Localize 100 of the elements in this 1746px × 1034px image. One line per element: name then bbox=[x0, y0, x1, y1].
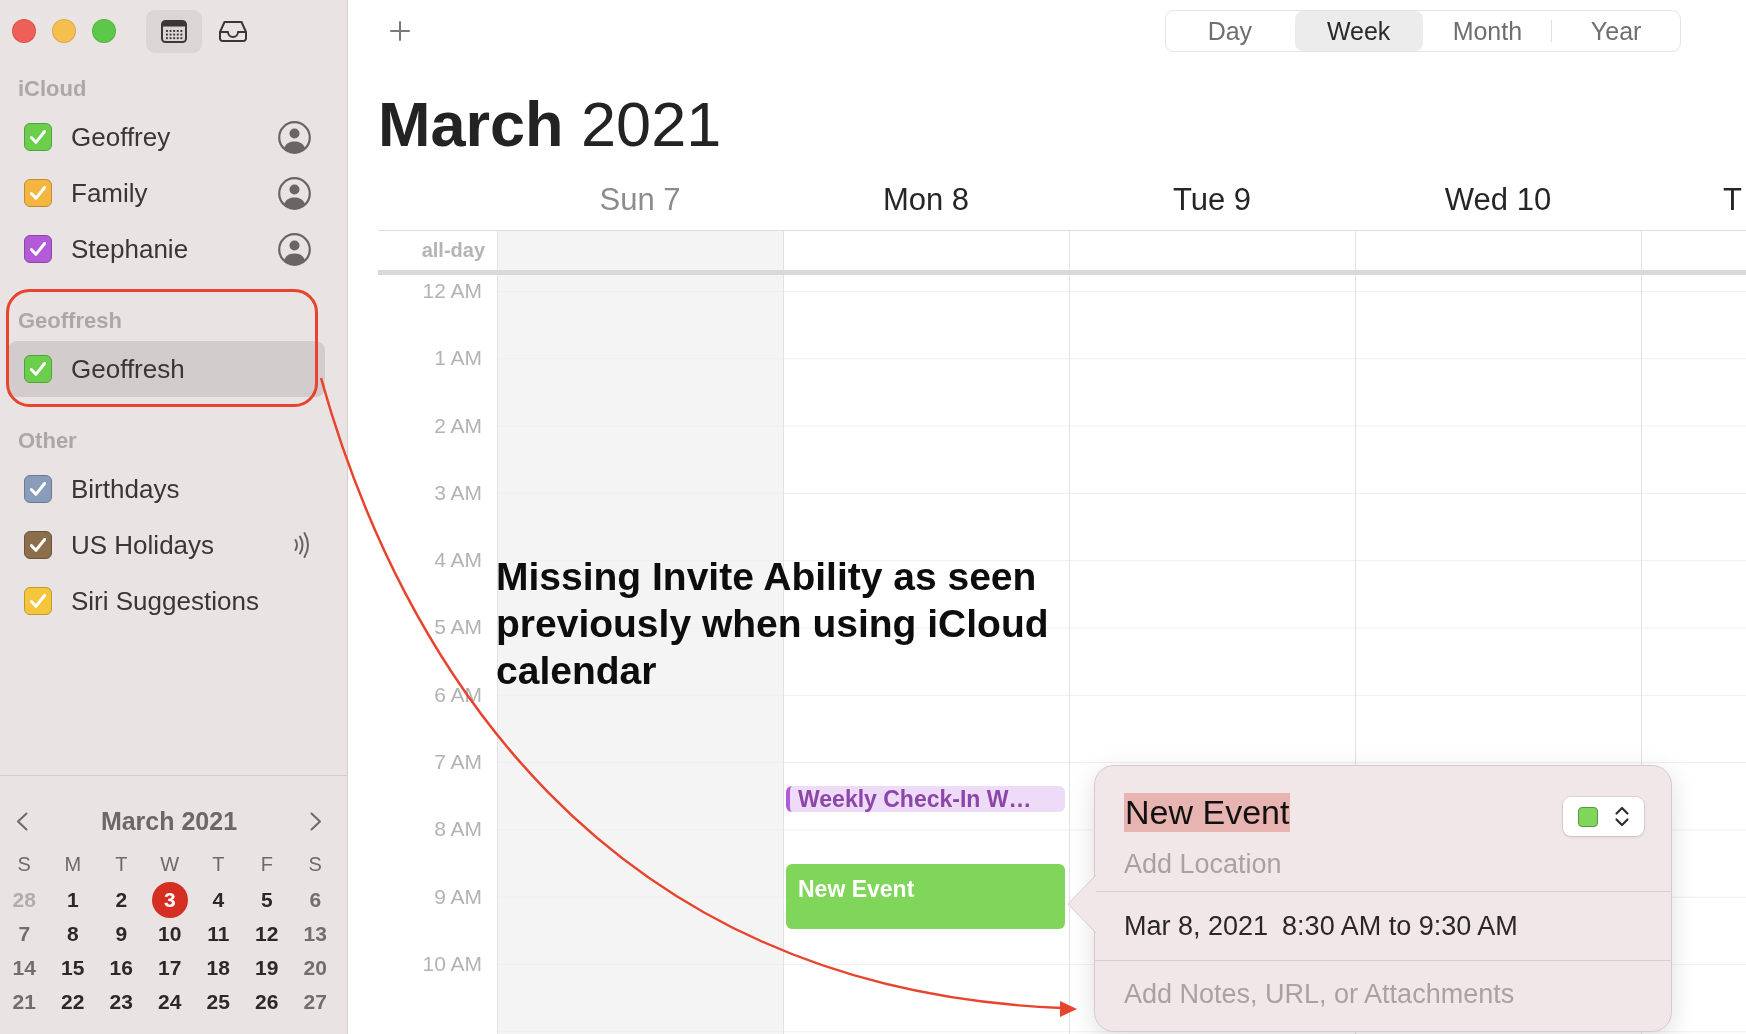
calendar-color-button[interactable] bbox=[1563, 797, 1644, 836]
weekday-label: S bbox=[17, 852, 31, 876]
calendar-day[interactable]: 23 bbox=[109, 990, 133, 1014]
weekday-label: F bbox=[260, 852, 273, 876]
time-label: 7 AM bbox=[434, 750, 482, 775]
calendar-day[interactable]: 8 bbox=[66, 922, 79, 946]
window-close-button[interactable] bbox=[12, 19, 36, 43]
calendar-name: US Holidays bbox=[71, 529, 216, 561]
calendar-name: Stephanie bbox=[71, 233, 190, 265]
all-day-label: all-day bbox=[421, 239, 485, 262]
calendar-checkbox[interactable] bbox=[24, 531, 52, 559]
calendar-day[interactable]: 13 bbox=[303, 922, 327, 946]
chevron-updown-icon bbox=[1614, 806, 1630, 827]
calendar-day[interactable]: 21 bbox=[12, 990, 36, 1014]
section-header: iCloud bbox=[18, 75, 87, 102]
weekday-label: S bbox=[308, 852, 322, 876]
weekday-label: M bbox=[64, 852, 82, 876]
event-date[interactable]: Mar 8, 2021 bbox=[1124, 910, 1269, 942]
calendar-checkbox[interactable] bbox=[24, 123, 52, 151]
section-header: Geoffresh bbox=[18, 307, 122, 334]
calendar-day[interactable]: 6 bbox=[309, 888, 322, 912]
calendar-day[interactable]: 18 bbox=[206, 956, 230, 980]
calendar-name: Geoffrey bbox=[71, 121, 172, 153]
calendar-list-item[interactable]: Stephanie bbox=[8, 221, 325, 277]
calendar-day[interactable]: 16 bbox=[109, 956, 133, 980]
checkmark-icon bbox=[30, 594, 46, 608]
person-icon bbox=[278, 232, 311, 266]
calendar-name: Siri Suggestions bbox=[71, 585, 260, 617]
calendar-day[interactable]: 2 bbox=[115, 888, 128, 912]
person-icon bbox=[278, 176, 311, 210]
chevron-left-icon[interactable] bbox=[16, 811, 28, 831]
calendar-list-item[interactable]: US Holidays bbox=[8, 517, 325, 573]
calendar-list-item[interactable]: Birthdays bbox=[8, 461, 325, 517]
checkmark-icon bbox=[30, 186, 46, 200]
time-label: 9 AM bbox=[434, 884, 482, 909]
month-year-label: March 2021 bbox=[100, 806, 238, 836]
time-label: 4 AM bbox=[434, 548, 482, 573]
day-header: Tue 9 bbox=[1172, 182, 1252, 217]
checkmark-icon bbox=[30, 130, 46, 144]
calendar-list-item[interactable]: Geoffresh bbox=[8, 341, 325, 397]
calendar-day[interactable]: 15 bbox=[61, 956, 85, 980]
calendar-list-item[interactable]: Siri Suggestions bbox=[8, 573, 325, 629]
day-header: T bbox=[1723, 182, 1742, 217]
calendar-day[interactable]: 14 bbox=[12, 956, 36, 980]
calendar-checkbox[interactable] bbox=[24, 355, 52, 383]
calendar-day[interactable]: 24 bbox=[158, 990, 182, 1014]
weekday-label: T bbox=[115, 852, 128, 876]
calendar-day[interactable]: 19 bbox=[255, 956, 279, 980]
location-field[interactable]: Add Location bbox=[1124, 847, 1544, 881]
calendar-event[interactable]: Weekly Check-In W… bbox=[786, 785, 1065, 812]
calendar-day[interactable]: 25 bbox=[206, 990, 230, 1014]
calendar-list-item[interactable]: Geoffrey bbox=[8, 109, 325, 165]
calendars-button[interactable] bbox=[146, 9, 202, 53]
weekday-label: T bbox=[212, 852, 225, 876]
calendar-day[interactable]: 17 bbox=[158, 956, 182, 980]
event-title-field[interactable]: New Event bbox=[1124, 793, 1291, 832]
view-tab[interactable]: Year bbox=[1552, 11, 1680, 51]
section-header: Other bbox=[18, 427, 77, 454]
calendar-checkbox[interactable] bbox=[24, 587, 52, 615]
view-tab[interactable]: Day bbox=[1166, 11, 1294, 51]
calendar-checkbox[interactable] bbox=[24, 179, 52, 207]
checkmark-icon bbox=[30, 362, 46, 376]
calendar-day[interactable]: 11 bbox=[207, 922, 230, 946]
time-label: 12 AM bbox=[422, 279, 482, 303]
event-time[interactable]: 8:30 AM to 9:30 AM bbox=[1282, 910, 1518, 942]
color-swatch-icon bbox=[1578, 806, 1598, 827]
calendar-list-item[interactable]: Family bbox=[8, 165, 325, 221]
calendar-day[interactable]: 20 bbox=[303, 956, 327, 980]
weekday-label: W bbox=[160, 852, 180, 876]
view-tab[interactable]: Week bbox=[1294, 11, 1423, 51]
day-header: Sun 7 bbox=[599, 182, 681, 217]
calendar-name: Family bbox=[71, 177, 149, 209]
person-icon bbox=[278, 120, 311, 154]
calendar-name: Birthdays bbox=[71, 473, 181, 505]
calendar-checkbox[interactable] bbox=[24, 235, 52, 263]
month-title: March 2021 bbox=[378, 89, 722, 159]
chevron-right-icon[interactable] bbox=[310, 811, 322, 831]
calendar-checkbox[interactable] bbox=[24, 475, 52, 503]
plus-icon[interactable] bbox=[390, 21, 410, 41]
checkmark-icon bbox=[30, 538, 46, 552]
checkmark-icon bbox=[30, 242, 46, 256]
calendar-day[interactable]: 4 bbox=[212, 888, 225, 912]
inbox-icon bbox=[218, 20, 248, 42]
day-header: Mon 8 bbox=[882, 182, 970, 217]
calendar-day[interactable]: 9 bbox=[115, 922, 128, 946]
calendar-day[interactable]: 12 bbox=[255, 922, 279, 946]
time-label: 10 AM bbox=[422, 951, 482, 976]
checkmark-icon bbox=[30, 482, 46, 496]
view-tab[interactable]: Month bbox=[1423, 11, 1552, 51]
calendar-day[interactable]: 3 bbox=[151, 882, 188, 918]
calendar-day[interactable]: 10 bbox=[158, 922, 182, 946]
calendar-day[interactable]: 27 bbox=[303, 990, 327, 1014]
calendar-day[interactable]: 1 bbox=[66, 888, 79, 912]
time-label: 2 AM bbox=[434, 413, 482, 438]
calendar-day[interactable]: 5 bbox=[260, 888, 273, 912]
notes-field[interactable]: Add Notes, URL, or Attachments bbox=[1124, 977, 1624, 1011]
calendar-day[interactable]: 26 bbox=[255, 990, 279, 1014]
calendar-day[interactable]: 7 bbox=[18, 922, 31, 946]
calendar-day[interactable]: 22 bbox=[61, 990, 85, 1014]
time-label: 8 AM bbox=[434, 817, 482, 842]
